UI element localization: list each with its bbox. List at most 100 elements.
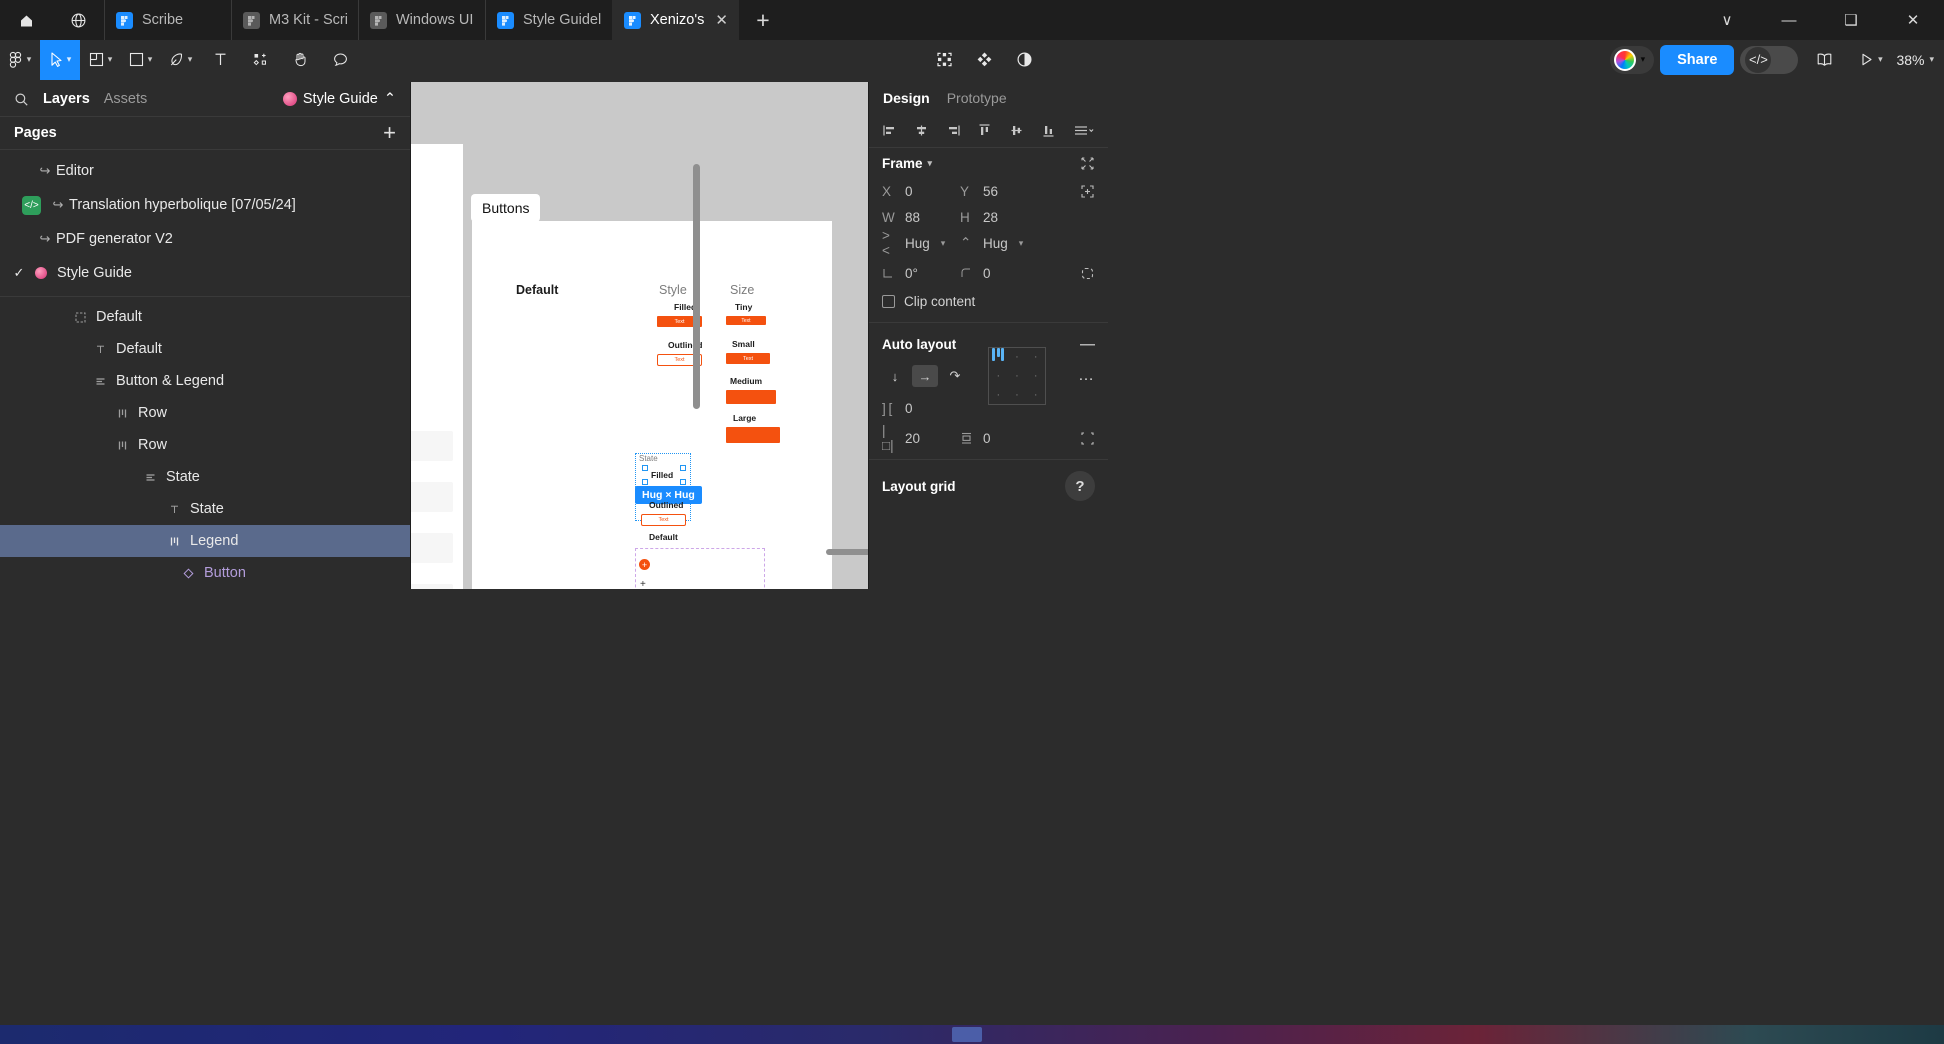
size-large-button[interactable]: [726, 427, 780, 443]
corner-radius-field[interactable]: 0: [960, 266, 1038, 281]
state-outlined-button[interactable]: Text: [641, 514, 686, 526]
page-item-editor[interactable]: ↪ Editor: [0, 154, 410, 188]
tab-assets[interactable]: Assets: [104, 91, 148, 107]
arrow-down-icon[interactable]: ↓: [882, 365, 908, 387]
resize-handle-tr[interactable]: [680, 465, 686, 471]
alignment-cell-top-right[interactable]: ·: [1026, 348, 1045, 367]
align-left-icon[interactable]: [882, 123, 897, 138]
alignment-cell-bottom-center[interactable]: ·: [1008, 385, 1027, 404]
components-icon[interactable]: [925, 40, 965, 80]
clip-content-row[interactable]: Clip content: [869, 286, 1108, 316]
zoom-level-control[interactable]: 38% ▾: [1896, 52, 1934, 68]
plugins-icon[interactable]: [965, 40, 1005, 80]
clip-content-checkbox[interactable]: [882, 294, 895, 308]
frame-tool-icon[interactable]: ▾: [80, 40, 120, 80]
horizontal-resizing-select[interactable]: >< Hug ▾: [882, 228, 960, 258]
frame-title-buttons[interactable]: Buttons: [471, 194, 541, 222]
auto-layout-more-options[interactable]: …: [1078, 367, 1095, 385]
alignment-cell-bottom-right[interactable]: ·: [1026, 385, 1045, 404]
browser-tab-0[interactable]: Scribe: [104, 0, 231, 40]
horizontal-padding-field[interactable]: |□| 20: [882, 423, 960, 453]
add-variant-icon[interactable]: +: [639, 559, 650, 570]
distribute-icon[interactable]: [1073, 123, 1095, 138]
help-button[interactable]: ?: [1065, 471, 1095, 501]
tab-prototype[interactable]: Prototype: [947, 90, 1007, 106]
frame-w-field[interactable]: W 88: [882, 210, 960, 225]
tab-design[interactable]: Design: [883, 90, 930, 106]
alignment-cell-top-center[interactable]: ·: [1008, 348, 1027, 367]
layer-legend-selected[interactable]: Legend: [0, 525, 410, 557]
layer-row-2[interactable]: Row: [0, 429, 410, 461]
collapse-frame-icon[interactable]: [1080, 156, 1095, 171]
remove-auto-layout-button[interactable]: —: [1080, 336, 1095, 353]
rotation-field[interactable]: 0°: [882, 266, 960, 281]
share-button[interactable]: Share: [1660, 44, 1735, 75]
add-page-button[interactable]: +: [383, 120, 396, 146]
layer-state-frame[interactable]: State: [0, 461, 410, 493]
browser-tab-2[interactable]: Windows UI 3 (C: [358, 0, 485, 40]
align-top-icon[interactable]: [977, 123, 992, 138]
resize-handle-tl[interactable]: [642, 465, 648, 471]
gap-field[interactable]: ] [ 0: [882, 401, 960, 416]
resize-handle-br[interactable]: [680, 479, 686, 485]
wrap-icon[interactable]: ↷: [942, 365, 968, 387]
home-icon[interactable]: [0, 0, 52, 40]
layer-row-1[interactable]: Row: [0, 397, 410, 429]
layer-default-section[interactable]: Default: [0, 301, 410, 333]
book-icon[interactable]: [1804, 40, 1844, 80]
globe-icon[interactable]: [52, 0, 104, 40]
close-icon[interactable]: ✕: [715, 11, 728, 29]
alignment-cell-bottom-left[interactable]: ·: [989, 385, 1008, 404]
browser-tab-4-active[interactable]: Xenizo's Desig ✕: [612, 0, 739, 40]
window-close-button[interactable]: ✕: [1882, 0, 1944, 40]
align-bottom-icon[interactable]: [1041, 123, 1056, 138]
pen-tool-icon[interactable]: ▾: [160, 40, 200, 80]
layer-default-text[interactable]: Default: [0, 333, 410, 365]
design-canvas[interactable]: e height (72 PPI) ox ox ox ox ox ox ox o…: [411, 82, 868, 589]
arrow-right-icon[interactable]: →: [912, 365, 938, 387]
contrast-icon[interactable]: [1005, 40, 1045, 80]
canvas-vertical-scrollbar[interactable]: [693, 164, 700, 409]
adjacent-artboard[interactable]: e height (72 PPI) ox ox ox ox ox ox ox o…: [411, 144, 463, 589]
add-variant-area[interactable]: [635, 548, 765, 589]
vertical-resizing-select[interactable]: ⌃ Hug ▾: [960, 235, 1038, 251]
buttons-artboard[interactable]: Default Style Size Filled Text Outlined …: [472, 221, 832, 589]
frame-h-field[interactable]: H 28: [960, 210, 1038, 225]
collaborators-chip[interactable]: ▾: [1609, 45, 1655, 74]
dev-mode-toggle[interactable]: </>: [1740, 45, 1799, 74]
os-taskbar[interactable]: [0, 1025, 1944, 1044]
independent-corners-icon[interactable]: [1080, 266, 1095, 281]
page-item-translation[interactable]: </> ↪ Translation hyperbolique [07/05/24…: [0, 188, 410, 222]
align-horizontal-center-icon[interactable]: [914, 123, 929, 138]
tab-layers[interactable]: Layers: [43, 91, 90, 107]
maximize-button[interactable]: ❑: [1820, 0, 1882, 40]
alignment-cell-mid-right[interactable]: ·: [1026, 367, 1045, 386]
taskbar-item[interactable]: [952, 1027, 982, 1042]
minimize-button[interactable]: —: [1758, 0, 1820, 40]
add-icon[interactable]: +: [640, 579, 646, 589]
absolute-position-icon[interactable]: [1080, 184, 1095, 199]
new-tab-button[interactable]: +: [739, 0, 787, 40]
resize-handle-bl[interactable]: [642, 479, 648, 485]
text-tool-icon[interactable]: [200, 40, 240, 80]
figma-menu-icon[interactable]: ▾: [0, 40, 40, 80]
layer-state-text[interactable]: State: [0, 493, 410, 525]
move-tool-icon[interactable]: ▾: [40, 39, 80, 80]
shape-tool-icon[interactable]: ▾: [120, 40, 160, 80]
vertical-padding-field[interactable]: 0: [960, 431, 1038, 446]
file-name-menu[interactable]: Style Guide ⌃: [282, 91, 396, 107]
actions-tool-icon[interactable]: [240, 40, 280, 80]
browser-tab-3[interactable]: Style Guidelines (: [485, 0, 612, 40]
play-icon[interactable]: ▾: [1850, 40, 1890, 80]
alignment-cell-top-left[interactable]: [989, 348, 1008, 367]
chevron-down-icon[interactable]: ▾: [928, 158, 933, 169]
search-icon[interactable]: [14, 92, 29, 107]
align-vertical-center-icon[interactable]: [1009, 123, 1024, 138]
tab-list-chevron-icon[interactable]: ∨: [1696, 0, 1758, 40]
layer-button-instance[interactable]: Button: [0, 557, 410, 589]
align-right-icon[interactable]: [946, 123, 961, 138]
individual-padding-icon[interactable]: [1080, 431, 1095, 446]
canvas-horizontal-scrollbar[interactable]: [826, 549, 868, 555]
browser-tab-1[interactable]: M3 Kit - Scribe: [231, 0, 358, 40]
frame-x-field[interactable]: X 0: [882, 184, 960, 199]
